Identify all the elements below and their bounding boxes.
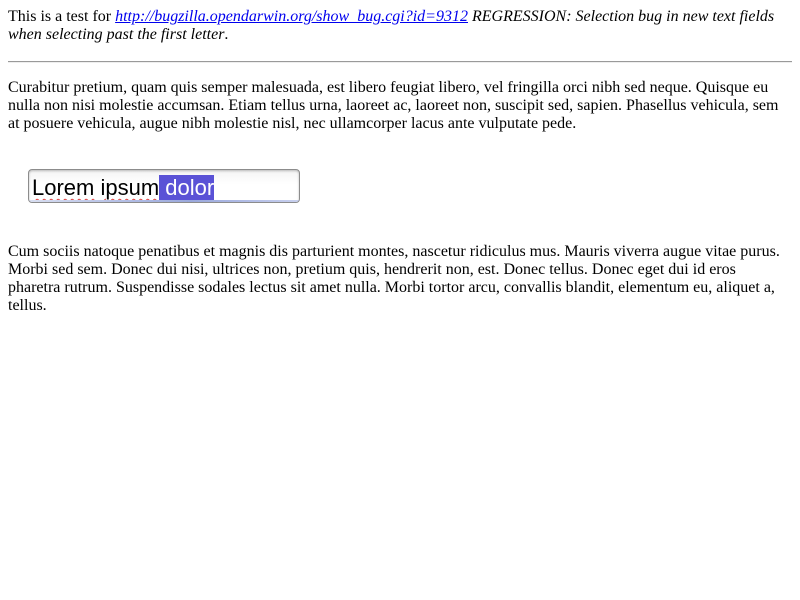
page-content: This is a test for http://bugzilla.opend… <box>0 0 800 323</box>
paragraph-2: Cum sociis natoque penatibus et magnis d… <box>8 243 780 314</box>
bug-link[interactable]: http://bugzilla.opendarwin.org/show_bug.… <box>115 8 468 25</box>
paragraph-1: Curabitur pretium, quam quis semper male… <box>8 79 779 132</box>
word-ipsum: ipsum <box>100 175 160 200</box>
horizontal-rule <box>8 61 792 63</box>
text-input[interactable]: Lorem ipsum dolor <box>28 169 300 203</box>
intro-line: This is a test for http://bugzilla.opend… <box>8 8 792 44</box>
selected-text: dolor <box>159 175 215 200</box>
focus-ring <box>29 200 299 202</box>
intro-suffix: . <box>224 26 229 43</box>
word-lorem: Lorem <box>32 175 95 200</box>
intro-prefix: This is a test for <box>8 8 116 25</box>
text-field-container: Lorem ipsum dolor <box>28 169 792 207</box>
